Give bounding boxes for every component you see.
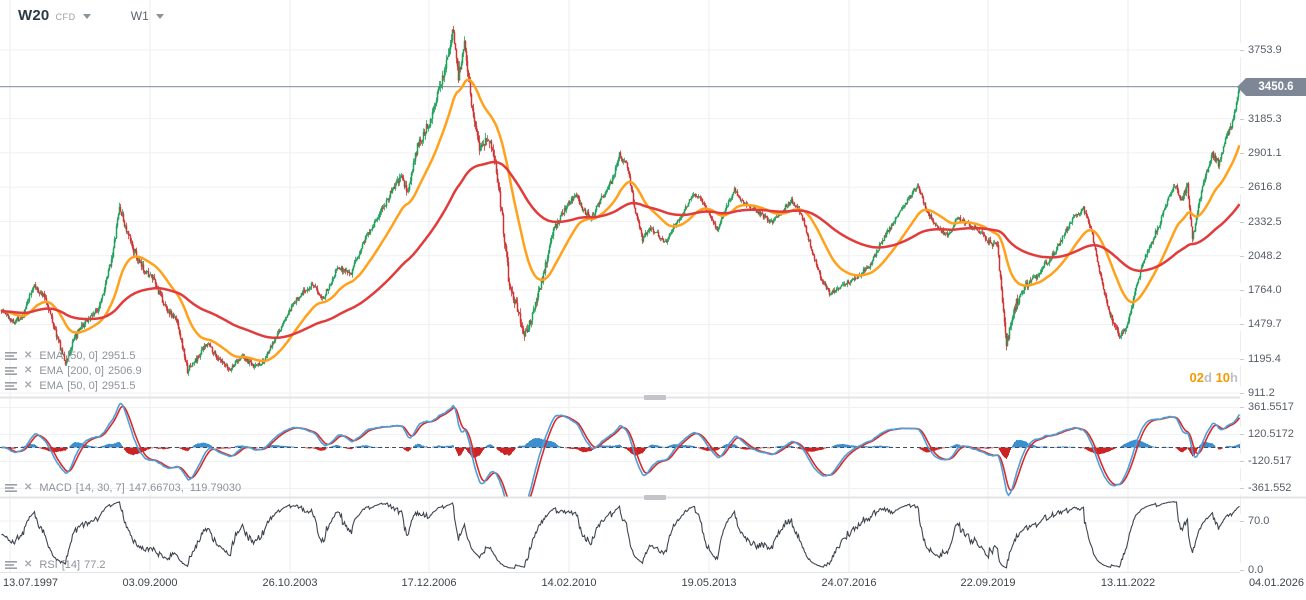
timeframe-label: W1	[130, 8, 149, 23]
indicator-params: [14]	[61, 559, 81, 571]
symbol-selector[interactable]: W20 CFD	[18, 7, 91, 24]
price-axis-label: 1764.0	[1240, 283, 1306, 297]
price-axis-label: 911.2	[1240, 386, 1306, 400]
indicator-value: 2506.9	[107, 365, 142, 377]
ema-legend-row: ✕ EMA [50, 0] 2951.5	[5, 379, 139, 393]
panel-resize-handle[interactable]	[644, 395, 666, 400]
remove-indicator-icon[interactable]: ✕	[24, 483, 32, 493]
timeframe-selector[interactable]: W1	[91, 9, 164, 23]
ema-50-line	[1, 78, 1240, 363]
indicator-params: [50, 0]	[67, 350, 98, 362]
date-axis-label: 24.07.2016	[821, 577, 877, 589]
rsi-axis-label: 70.0	[1240, 514, 1306, 528]
ema-legend-row: ✕ EMA [200, 0] 2506.9	[5, 364, 146, 378]
chart-header: W20 CFD W1	[18, 7, 164, 24]
countdown-days-unit: d	[1204, 370, 1212, 385]
macd-axis-label: -361.552	[1240, 481, 1306, 495]
price-axis-label: 2332.5	[1240, 215, 1306, 229]
indicator-name: RSI	[39, 559, 58, 571]
chevron-down-icon	[155, 14, 164, 19]
indicator-settings-icon[interactable]	[5, 381, 18, 391]
price-chart-canvas[interactable]	[0, 0, 1306, 600]
indicator-name: EMA	[39, 365, 64, 377]
macd-axis-label: 361.5517	[1240, 400, 1306, 414]
date-axis-label: 03.09.2000	[122, 577, 178, 589]
candlesticks	[0, 25, 1240, 376]
panel-resize-handle[interactable]	[644, 495, 666, 500]
indicator-name: MACD	[39, 482, 72, 494]
macd-line	[1, 402, 1240, 497]
date-axis-label: 17.12.2006	[401, 577, 457, 589]
rsi-legend-row: ✕ RSI [14] 77.2	[5, 558, 110, 572]
remove-indicator-icon[interactable]: ✕	[24, 366, 32, 376]
countdown-days: 02	[1189, 370, 1204, 385]
macd-legend-row: ✕ MACD [14, 30, 7] 147.66703, 119.79030	[5, 481, 245, 495]
price-axis-label: 2901.1	[1240, 146, 1306, 160]
date-axis-label: 22.09.2019	[960, 577, 1016, 589]
macd-axis-label: -120.517	[1240, 454, 1306, 468]
price-axis-label: 3185.3	[1240, 112, 1306, 126]
candle-countdown: 02d 10h	[1190, 370, 1238, 385]
price-axis-label: 1195.4	[1240, 352, 1306, 366]
remove-indicator-icon[interactable]: ✕	[24, 560, 32, 570]
date-axis-label: 19.05.2013	[681, 577, 737, 589]
rsi-line	[1, 501, 1240, 569]
indicator-params: [50, 0]	[67, 380, 98, 392]
date-axis-label: 14.02.2010	[541, 577, 597, 589]
macd-axis-label: 120.5172	[1240, 427, 1306, 441]
indicator-value: 2951.5	[101, 350, 136, 362]
date-axis-label: 04.01.2026	[1248, 577, 1304, 589]
ema-200-line	[1, 160, 1240, 340]
countdown-hours-unit: h	[1230, 370, 1238, 385]
indicator-settings-icon[interactable]	[5, 560, 18, 570]
rsi-axis-label: 0.0	[1240, 563, 1306, 577]
ema-legend-row: ✕ EMA [50, 0] 2951.5	[5, 349, 139, 363]
indicator-params: [14, 30, 7]	[75, 482, 125, 494]
remove-indicator-icon[interactable]: ✕	[24, 351, 32, 361]
indicator-name: EMA	[39, 380, 64, 392]
price-axis-label: 3753.9	[1240, 43, 1306, 57]
indicator-params: [200, 0]	[67, 365, 104, 377]
indicator-settings-icon[interactable]	[5, 351, 18, 361]
chevron-down-icon	[82, 14, 91, 19]
date-axis-label: 13.07.1997	[3, 577, 59, 589]
current-price-badge: 3450.6	[1237, 78, 1306, 96]
macd-panel	[0, 402, 1240, 497]
indicator-name: EMA	[39, 350, 64, 362]
price-axis-label: 2616.8	[1240, 180, 1306, 194]
symbol-label: W20	[18, 7, 50, 24]
date-axis-label: 26.10.2003	[262, 577, 318, 589]
indicator-value: 77.2	[84, 559, 106, 571]
date-axis-label: 13.11.2022	[1100, 577, 1156, 589]
price-axis-label: 1479.7	[1240, 317, 1306, 331]
price-axis-label: 2048.2	[1240, 249, 1306, 263]
indicator-value: 147.66703, 119.79030	[128, 482, 242, 494]
indicator-settings-icon[interactable]	[5, 366, 18, 376]
countdown-hours: 10	[1215, 370, 1231, 385]
instrument-type-label: CFD	[55, 11, 76, 22]
remove-indicator-icon[interactable]: ✕	[24, 381, 32, 391]
trading-chart-window: W20 CFD W1 3753.9 3185.3 2901.1 2616.8 2…	[0, 0, 1306, 600]
indicator-value: 2951.5	[101, 380, 136, 392]
indicator-settings-icon[interactable]	[5, 483, 18, 493]
